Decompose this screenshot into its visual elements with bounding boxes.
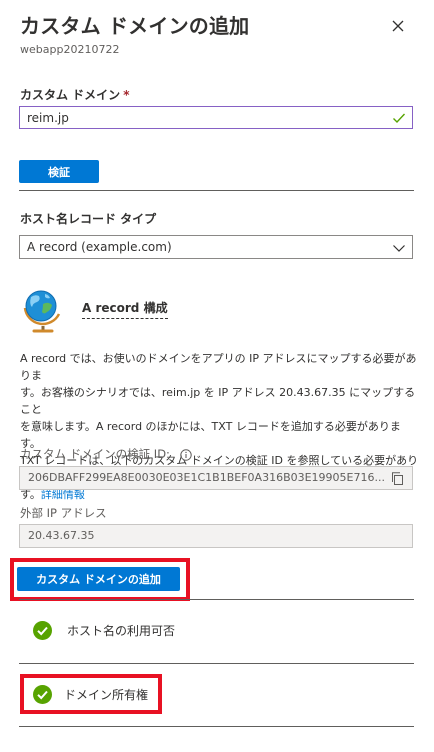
domain-ownership-status: ドメイン所有権 — [33, 685, 148, 704]
divider — [19, 726, 414, 727]
copy-icon[interactable] — [391, 472, 404, 485]
page-subtitle: webapp20210722 — [20, 43, 120, 56]
success-icon — [33, 685, 52, 704]
divider — [19, 663, 414, 664]
divider — [19, 190, 414, 191]
verification-id-label: カスタム ドメインの検証 ID: — [20, 446, 192, 462]
info-icon[interactable] — [179, 448, 192, 461]
globe-icon — [23, 290, 61, 333]
verification-id-field[interactable]: 206DBAFF299EA8E0030E03E1C1B1BEF0A316B03E… — [19, 466, 413, 490]
add-custom-domain-button[interactable]: カスタム ドメインの追加 — [17, 567, 180, 591]
close-button[interactable] — [388, 16, 408, 36]
verify-button[interactable]: 検証 — [19, 160, 99, 183]
status-label: ドメイン所有権 — [64, 688, 149, 702]
chevron-down-icon — [393, 245, 405, 252]
record-type-value: A record (example.com) — [27, 240, 172, 254]
domain-label: カスタム ドメイン * — [20, 88, 130, 102]
domain-input[interactable] — [20, 107, 380, 128]
hostname-availability-status: ホスト名の利用可否 — [33, 621, 175, 640]
close-icon — [392, 20, 404, 32]
divider — [19, 599, 414, 600]
external-ip-label: 外部 IP アドレス — [20, 506, 107, 520]
record-type-label: ホスト名レコード タイプ — [20, 212, 157, 226]
page-title: カスタム ドメインの追加 — [20, 14, 250, 38]
required-marker: * — [123, 88, 130, 102]
checkmark-icon — [393, 113, 406, 124]
domain-input-wrapper[interactable] — [19, 106, 413, 129]
external-ip-field[interactable]: 20.43.67.35 — [19, 524, 413, 548]
verification-id-value: 206DBAFF299EA8E0030E03E1C1B1BEF0A316B03E… — [28, 471, 385, 484]
config-title: A record 構成 — [82, 299, 168, 319]
external-ip-value: 20.43.67.35 — [28, 529, 95, 542]
record-type-select[interactable]: A record (example.com) — [19, 235, 413, 259]
status-label: ホスト名の利用可否 — [67, 624, 176, 638]
success-icon — [33, 621, 52, 640]
